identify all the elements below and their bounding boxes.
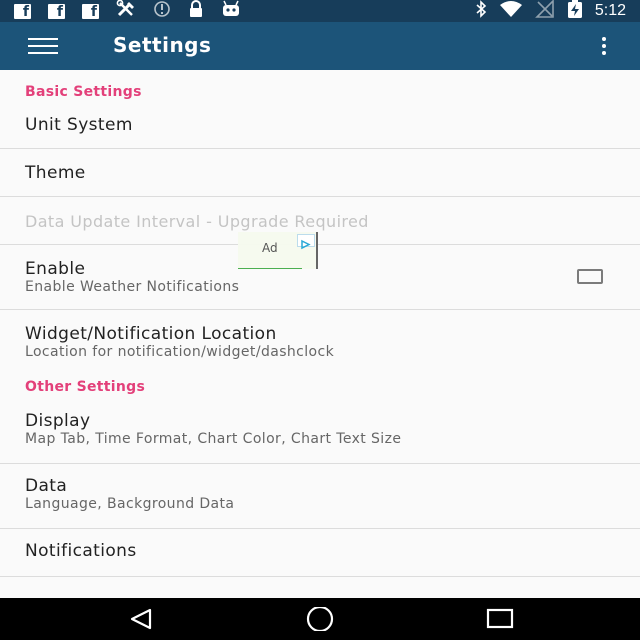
category-basic-settings: Basic Settings [0,70,640,104]
lock-icon [188,0,204,22]
no-signal-icon [534,0,555,22]
facebook-icon: f [48,3,65,19]
settings-list: Basic Settings Unit System Theme Data Up… [0,70,640,577]
pref-title: Unit System [25,115,133,135]
facebook-icon: f [14,3,31,19]
pref-title: Data [25,476,68,496]
category-title: Basic Settings [25,84,142,100]
back-icon[interactable] [128,607,154,635]
ad-border [316,232,318,269]
pref-summary: Enable Weather Notifications [25,279,240,295]
battery-charging-icon [567,0,583,22]
facebook-icon: f [82,3,99,19]
pref-widget-location[interactable]: Widget/Notification Location Location fo… [0,310,640,376]
pref-summary: Location for notification/widget/dashclo… [25,344,335,360]
pref-unit-system[interactable]: Unit System [0,104,640,149]
adchoices-icon[interactable] [297,234,315,250]
pref-notifications[interactable]: Notifications [0,529,640,577]
page-title: Settings [113,33,212,57]
app-bar: Settings [0,22,640,70]
pref-data[interactable]: Data Language, Background Data [0,464,640,529]
system-icons: 5:12 [463,0,626,22]
pref-data-update-interval: Data Update Interval - Upgrade Required [0,197,640,245]
tools-icon [116,0,136,22]
notification-icons: f f f [14,0,258,22]
ad-underline [238,268,302,269]
sync-icon [153,0,171,22]
pref-summary: Language, Background Data [25,496,235,512]
more-vert-icon[interactable] [594,37,614,57]
bluetooth-icon [475,0,487,22]
pref-title: Notifications [25,541,137,561]
pref-theme[interactable]: Theme [0,149,640,197]
enable-checkbox[interactable] [577,269,603,284]
pref-title: Display [25,411,91,431]
recents-icon[interactable] [486,607,514,635]
pref-summary: Map Tab, Time Format, Chart Color, Chart… [25,431,402,447]
category-title: Other Settings [25,379,146,395]
navigation-bar [0,598,640,640]
android-icon [221,0,241,22]
pref-title: Data Update Interval - Upgrade Required [25,212,369,231]
menu-icon[interactable] [28,38,58,54]
category-other-settings: Other Settings [0,376,640,399]
pref-display[interactable]: Display Map Tab, Time Format, Chart Colo… [0,399,640,464]
ad-label: Ad [262,241,278,255]
status-bar: f f f 5:12 [0,0,640,22]
pref-enable-notifications[interactable]: Enable Enable Weather Notifications [0,245,640,310]
wifi-icon [499,0,523,22]
ad-banner[interactable]: Ad [238,232,318,269]
pref-title: Enable [25,259,86,279]
pref-title: Theme [25,163,86,183]
pref-title: Widget/Notification Location [25,324,277,344]
home-icon[interactable] [305,605,335,635]
clock: 5:12 [594,2,626,19]
